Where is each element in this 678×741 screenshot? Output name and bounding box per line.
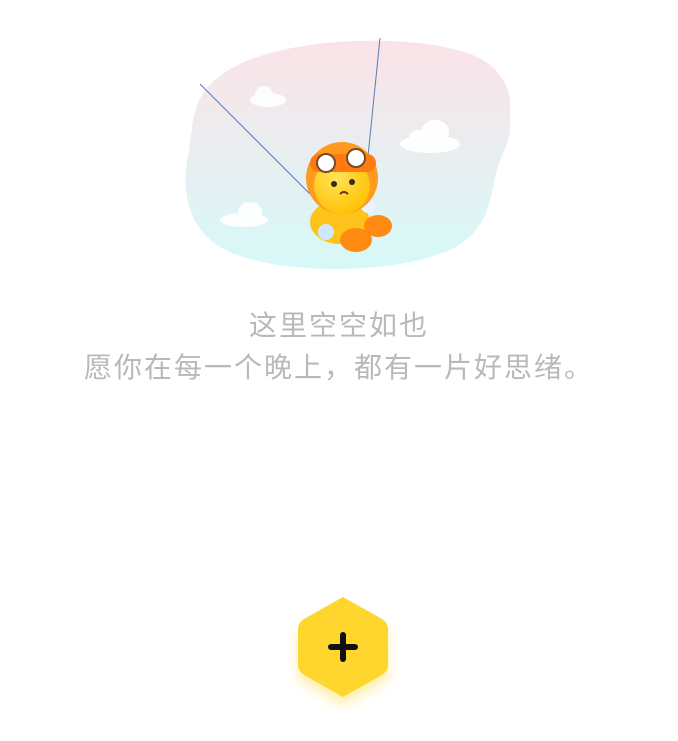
add-button[interactable] [290,593,396,707]
empty-state-illustration [180,36,510,272]
empty-state-subtitle: 愿你在每一个晚上，都有一片好思绪。 [83,351,594,384]
mascot-swing-icon [185,37,510,269]
hexagon-fab [298,597,388,705]
empty-state-title: 这里空空如也 [248,309,429,342]
